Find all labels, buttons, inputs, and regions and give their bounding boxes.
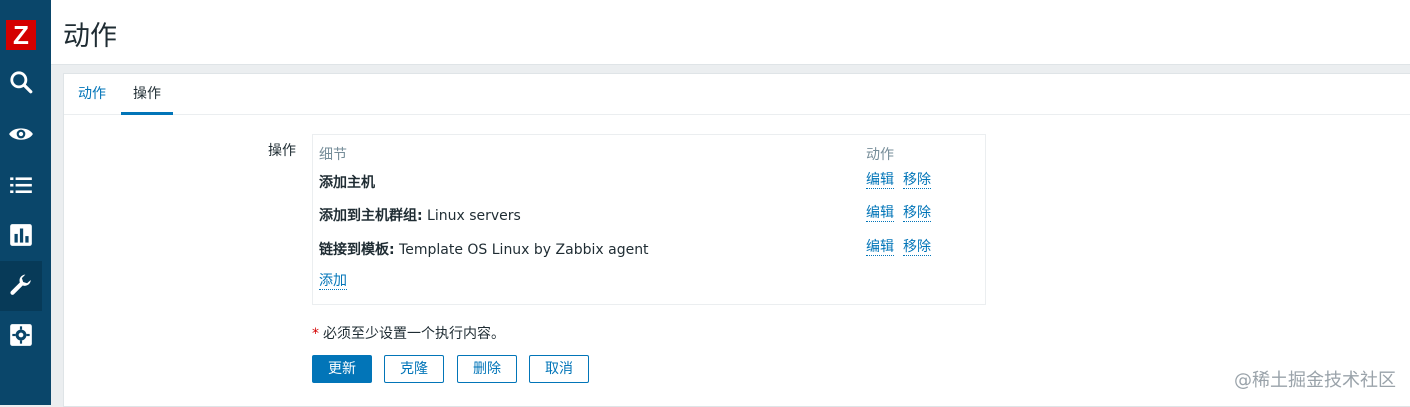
page-header: 动作: [51, 0, 1410, 65]
required-star: *: [312, 326, 319, 342]
tab-operations[interactable]: 操作: [121, 74, 173, 115]
actions-column-header: 动作: [866, 147, 894, 163]
watermark: @稀土掘金技术社区: [1234, 370, 1396, 391]
update-button[interactable]: 更新: [312, 355, 372, 383]
bar-chart-icon[interactable]: [0, 210, 42, 260]
edit-link[interactable]: 编辑: [866, 205, 894, 222]
remove-link[interactable]: 移除: [903, 205, 931, 222]
operation-row-label: 添加到主机群组: Linux servers: [319, 208, 521, 224]
details-column-header: 细节: [319, 147, 347, 163]
delete-button[interactable]: 删除: [457, 355, 517, 383]
zabbix-logo[interactable]: Z: [6, 20, 36, 50]
edit-link[interactable]: 编辑: [866, 239, 894, 256]
required-note-text: 必须至少设置一个执行内容。: [323, 326, 505, 342]
remove-link[interactable]: 移除: [903, 239, 931, 256]
gear-icon[interactable]: [0, 310, 42, 360]
form-container: 动作 操作 操作 细节 动作 添加主机 编辑 移除 添加到主机群组: Linux…: [63, 73, 1410, 407]
required-note: * 必须至少设置一个执行内容。: [312, 323, 505, 343]
operations-label: 操作: [268, 143, 296, 159]
add-operation-link[interactable]: 添加: [319, 273, 347, 290]
edit-link[interactable]: 编辑: [866, 172, 894, 189]
page-title: 动作: [63, 21, 117, 52]
remove-link[interactable]: 移除: [903, 172, 931, 189]
eye-icon[interactable]: [0, 109, 42, 159]
list-icon[interactable]: [0, 160, 42, 210]
sidebar: Z: [0, 0, 51, 405]
search-icon[interactable]: [0, 57, 42, 107]
tab-bar: 动作 操作: [64, 74, 1410, 115]
operation-row-label: 添加主机: [319, 175, 375, 191]
operations-table: 细节 动作 添加主机 编辑 移除 添加到主机群组: Linux servers …: [312, 134, 986, 305]
cancel-button[interactable]: 取消: [529, 355, 589, 383]
clone-button[interactable]: 克隆: [384, 355, 444, 383]
tab-action[interactable]: 动作: [78, 74, 106, 112]
operation-row-label: 链接到模板: Template OS Linux by Zabbix agent: [319, 242, 649, 258]
wrench-icon[interactable]: [0, 261, 42, 311]
